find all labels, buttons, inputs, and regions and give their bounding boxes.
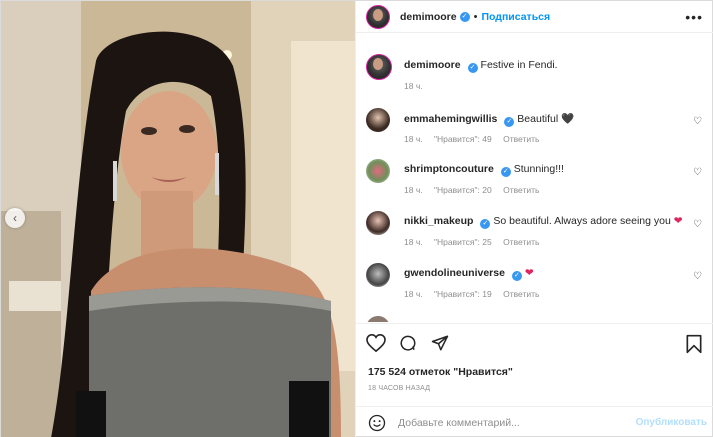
publish-button[interactable]: Опубликовать bbox=[636, 417, 707, 428]
comments-list[interactable]: demimoore ✓ Festive in Fendi. 18 ч. emmah… bbox=[356, 34, 713, 322]
comment-meta: 18 ч. "Нравится": 49 Ответить bbox=[404, 134, 548, 144]
comment-likes[interactable]: "Нравится": 25 bbox=[434, 237, 492, 247]
red-heart-emoji: ❤ bbox=[673, 215, 683, 227]
like-comment-heart-icon[interactable]: ♡ bbox=[693, 219, 702, 230]
chevron-left-icon: ‹ bbox=[13, 211, 17, 225]
like-comment-heart-icon[interactable]: ♡ bbox=[693, 116, 702, 127]
likes-count[interactable]: 175 524 отметок "Нравится" bbox=[368, 366, 513, 378]
commenter-avatar[interactable] bbox=[366, 263, 390, 287]
comment-username[interactable]: gwendolineuniverse bbox=[404, 267, 505, 279]
carousel-prev-button[interactable]: ‹ bbox=[5, 208, 25, 228]
verified-badge-icon: ✓ bbox=[480, 219, 491, 229]
like-comment-heart-icon[interactable]: ♡ bbox=[693, 167, 702, 178]
posted-time: 18 ЧАСОВ НАЗАД bbox=[368, 385, 431, 392]
reply-button[interactable]: Ответить bbox=[503, 237, 539, 247]
post-photo[interactable]: ‹ bbox=[1, 1, 355, 437]
action-icons bbox=[366, 334, 450, 352]
comment-likes[interactable]: "Нравится": 20 bbox=[434, 185, 492, 195]
post-sidebar: demimoore ✓ • Подписаться ••• demimoore ✓… bbox=[355, 1, 713, 437]
comment-likes[interactable]: "Нравится": 19 bbox=[434, 289, 492, 299]
comment-time: 18 ч. bbox=[404, 134, 423, 144]
comment-text: Beautiful bbox=[517, 113, 559, 125]
share-paper-plane-icon[interactable] bbox=[430, 334, 450, 352]
comment-composer: Опубликовать bbox=[356, 406, 713, 437]
separator-dot: • bbox=[473, 10, 478, 23]
comment-username[interactable]: emmahemingwillis bbox=[404, 113, 497, 125]
comment-username[interactable]: nikki_makeup bbox=[404, 215, 473, 227]
save-bookmark-icon[interactable] bbox=[685, 334, 703, 354]
comment-text-block: nikki_makeup ✓ So beautiful. Always adore… bbox=[404, 215, 684, 229]
comment-username[interactable]: shrimptoncouture bbox=[404, 163, 494, 175]
instagram-post-modal: ‹ demimoore ✓ • Подписаться ••• demimoor… bbox=[0, 0, 713, 437]
like-heart-icon[interactable] bbox=[366, 334, 386, 352]
comment-likes[interactable]: "Нравится": 49 bbox=[434, 134, 492, 144]
caption-username[interactable]: demimoore bbox=[404, 59, 461, 71]
reply-button[interactable]: Ответить bbox=[503, 185, 539, 195]
commenter-avatar[interactable] bbox=[366, 108, 390, 132]
commenter-avatar[interactable] bbox=[366, 316, 390, 322]
comment-meta: 18 ч. "Нравится": 19 Ответить bbox=[404, 289, 548, 299]
caption-avatar[interactable] bbox=[366, 54, 392, 80]
black-heart-emoji: 🖤 bbox=[561, 113, 575, 125]
caption-time: 18 ч. bbox=[404, 81, 423, 91]
caption-text-block: demimoore ✓ Festive in Fendi. bbox=[404, 59, 684, 73]
verified-badge-icon: ✓ bbox=[511, 271, 522, 281]
comment-time: 18 ч. bbox=[404, 289, 423, 299]
post-header: demimoore ✓ • Подписаться ••• bbox=[356, 1, 713, 33]
red-heart-emoji: ❤ bbox=[524, 267, 534, 279]
follow-button[interactable]: Подписаться bbox=[481, 11, 550, 23]
comment-time: 18 ч. bbox=[404, 185, 423, 195]
verified-badge-icon: ✓ bbox=[504, 117, 515, 127]
emoji-smiley-icon[interactable] bbox=[368, 414, 386, 432]
comment-text: Stunning!!! bbox=[513, 163, 564, 175]
comment-text: So beautiful. Always adore seeing you bbox=[493, 215, 671, 227]
verified-badge-icon: ✓ bbox=[459, 11, 470, 22]
like-comment-heart-icon[interactable]: ♡ bbox=[693, 271, 702, 282]
author-username[interactable]: demimoore bbox=[400, 11, 457, 23]
comment-meta: 18 ч. "Нравится": 25 Ответить bbox=[404, 237, 548, 247]
verified-badge-icon: ✓ bbox=[500, 167, 511, 177]
comment-text-block: shrimptoncouture ✓ Stunning!!! bbox=[404, 163, 684, 177]
comment-input[interactable] bbox=[398, 417, 618, 429]
verified-badge-icon: ✓ bbox=[467, 63, 478, 73]
comment-text-block: gwendolineuniverse ✓ ❤ bbox=[404, 267, 684, 281]
reply-button[interactable]: Ответить bbox=[503, 289, 539, 299]
comment-bubble-icon[interactable] bbox=[398, 334, 418, 352]
commenter-avatar[interactable] bbox=[366, 211, 390, 235]
caption-meta: 18 ч. bbox=[404, 81, 432, 91]
post-actions: 175 524 отметок "Нравится" 18 ЧАСОВ НАЗА… bbox=[356, 323, 713, 437]
more-options-icon[interactable]: ••• bbox=[685, 9, 703, 25]
commenter-avatar[interactable] bbox=[366, 159, 390, 183]
comment-text-block: emmahemingwillis ✓ Beautiful 🖤 bbox=[404, 112, 684, 127]
caption-text: Festive in Fendi. bbox=[480, 59, 558, 71]
portrait-image bbox=[1, 1, 355, 437]
reply-button[interactable]: Ответить bbox=[503, 134, 539, 144]
comment-meta: 18 ч. "Нравится": 20 Ответить bbox=[404, 185, 548, 195]
author-avatar[interactable] bbox=[366, 4, 390, 29]
comment-time: 18 ч. bbox=[404, 237, 423, 247]
